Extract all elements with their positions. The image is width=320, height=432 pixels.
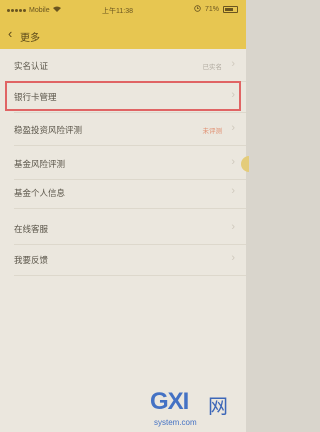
battery-percent: 71% <box>204 6 219 13</box>
carrier-group: Mobile <box>7 6 61 14</box>
chevron-right-icon: › <box>231 122 235 134</box>
menu-item-value: 已实名 <box>202 64 223 71</box>
menu-item-fund-risk[interactable]: 基金风险评测 › <box>0 150 246 178</box>
menu-item-risk-assessment[interactable]: 稳盈投资风险评测 未评测 › <box>0 116 246 144</box>
menu-item-label: 在线客服 <box>14 224 49 234</box>
status-right: 71% <box>194 5 238 14</box>
chevron-right-icon: › <box>231 252 235 264</box>
menu-item-feedback[interactable]: 我要反馈 › <box>0 246 246 274</box>
battery-icon <box>223 6 238 13</box>
highlight-box <box>5 81 241 111</box>
menu-item-label: 基金风险评测 <box>14 159 66 169</box>
menu-item-label: 基金个人信息 <box>14 188 66 198</box>
divider <box>14 244 246 245</box>
chevron-right-icon: › <box>231 221 235 233</box>
menu-item-real-name[interactable]: 实名认证 已实名 › <box>0 52 246 80</box>
status-time: 上午11:38 <box>102 8 133 15</box>
menu-item-label: 我要反馈 <box>14 255 49 265</box>
carrier-name: Mobile <box>29 6 50 14</box>
menu-item-value: 未评测 <box>202 128 223 135</box>
wifi-icon <box>52 6 61 14</box>
status-bar: Mobile 上午11:38 71% <box>0 0 246 20</box>
app-screen: Mobile 上午11:38 71% ‹ 更多 实名认证 已实名 › 银行卡管理… <box>0 0 249 432</box>
menu-item-label: 实名认证 <box>14 61 49 71</box>
divider <box>14 145 246 146</box>
watermark-cn: 网 <box>208 396 228 418</box>
divider <box>14 208 246 209</box>
watermark-url: system.com <box>154 418 197 427</box>
watermark-logo: GXI <box>150 388 189 415</box>
chevron-right-icon: › <box>231 58 235 70</box>
divider <box>14 275 246 276</box>
back-chevron-icon[interactable]: ‹ <box>8 26 12 41</box>
chevron-right-icon: › <box>231 156 235 168</box>
page-title: 更多 <box>20 33 40 44</box>
chevron-right-icon: › <box>231 185 235 197</box>
menu-item-online-service[interactable]: 在线客服 › <box>0 215 246 243</box>
menu-item-label: 稳盈投资风险评测 <box>14 125 83 135</box>
divider <box>14 112 246 113</box>
battery-level <box>225 8 233 11</box>
alarm-icon <box>194 5 201 14</box>
signal-icon <box>7 8 26 12</box>
nav-bar: ‹ 更多 <box>0 20 246 49</box>
watermark: GXI 网 system.com <box>150 388 242 430</box>
menu-item-fund-info[interactable]: 基金个人信息 › <box>0 179 246 207</box>
